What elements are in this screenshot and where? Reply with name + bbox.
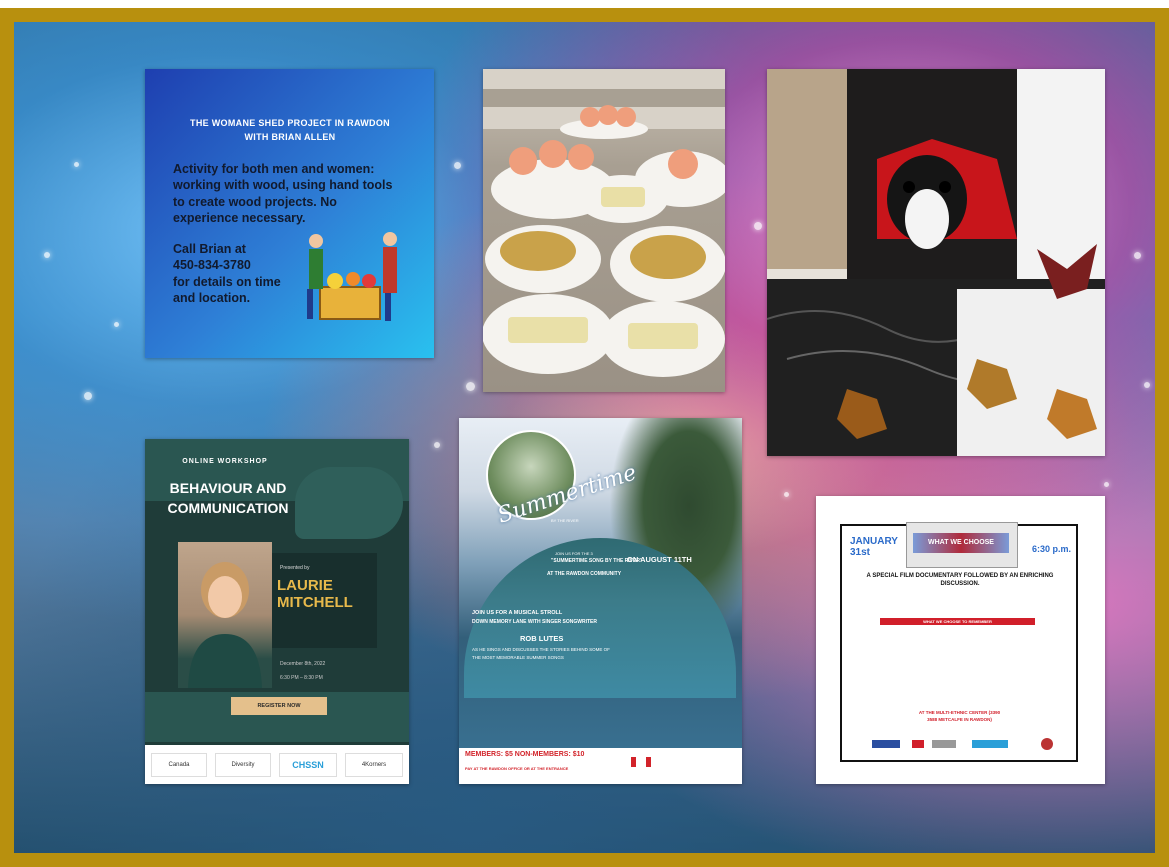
workshop-poster: ONLINE WORKSHOP BEHAVIOUR AND COMMUNICAT… bbox=[145, 439, 409, 784]
woodshed-title-line2: WITH BRIAN ALLEN bbox=[244, 131, 336, 142]
tea-tray-photo-image bbox=[483, 69, 725, 377]
woodshed-contact: Call Brian at 450-834-3780 for details o… bbox=[173, 241, 293, 306]
woodshed-description: Activity for both men and women: working… bbox=[173, 162, 393, 225]
summertime-date: ON AUGUST 11TH bbox=[627, 555, 692, 564]
film-date: JANUARY 31st bbox=[850, 536, 898, 558]
film-poster: JANUARY 31st 6:30 p.m. WHAT WE CHOOSE A … bbox=[816, 496, 1105, 784]
summertime-poster: Summertime BY THE RIVER JOIN US FOR THE … bbox=[459, 418, 742, 784]
dog-costume-photo-image bbox=[767, 69, 1105, 456]
workshop-eyebrow: ONLINE WORKSHOP bbox=[182, 458, 268, 465]
canada-flag-icon bbox=[631, 757, 651, 767]
presenter-portrait bbox=[188, 562, 262, 688]
canada-logo: Canada bbox=[151, 753, 207, 777]
film-time: 6:30 p.m. bbox=[1032, 544, 1072, 554]
presented-by-label: Presented by bbox=[280, 565, 310, 571]
register-now-button[interactable]: REGISTER NOW bbox=[231, 697, 327, 715]
summertime-community: AT THE RAWDON COMMUNITY bbox=[547, 571, 622, 577]
sparkle-decoration bbox=[434, 442, 440, 448]
presenter-last-name: MITCHELL bbox=[277, 594, 353, 612]
summertime-line-d: THE MOST MEMORABLE SUMMER SONGS bbox=[472, 655, 564, 660]
sparkle-decoration bbox=[114, 322, 119, 327]
woodshed-call-details: for details on time and location. bbox=[173, 274, 281, 305]
performer-name: ROB LUTES bbox=[520, 634, 564, 643]
workshop-title-line2: COMMUNICATION bbox=[167, 499, 289, 516]
workshop-title-line1: BEHAVIOUR AND bbox=[169, 480, 287, 496]
sparkle-decoration bbox=[754, 222, 762, 230]
workshop-speech-bubble bbox=[295, 467, 403, 539]
tea-tray-photo bbox=[483, 69, 725, 392]
summertime-line-a: JOIN US FOR A MUSICAL STROLL bbox=[472, 610, 563, 616]
sparkle-decoration bbox=[1144, 382, 1150, 388]
summertime-footer: MEMBERS: $5 NON-MEMBERS: $10 PAY AT THE … bbox=[459, 748, 742, 784]
sparkle-decoration bbox=[44, 252, 50, 258]
woodshed-phone: 450-834-3780 bbox=[173, 258, 251, 273]
woodshed-poster: THE WOMANE SHED PROJECT IN RAWDON WITH B… bbox=[145, 69, 434, 358]
dog-costume-photo bbox=[767, 69, 1105, 456]
woodworkers-illustration bbox=[307, 232, 397, 321]
film-venue: AT THE MULTI-ETHNIC CENTER (3390 3588 ME… bbox=[852, 710, 1067, 723]
workshop-title: BEHAVIOUR AND COMMUNICATION bbox=[163, 479, 293, 518]
woodshed-title: THE WOMANE SHED PROJECT IN RAWDON WITH B… bbox=[165, 117, 415, 144]
film-sponsor-logos bbox=[872, 738, 1053, 750]
presenter-first-name: LAURIE bbox=[277, 577, 333, 594]
woodshed-title-line1: THE WOMANE SHED PROJECT IN RAWDON bbox=[190, 118, 390, 128]
film-emblem: WHAT WE CHOOSE bbox=[906, 522, 1018, 568]
summertime-date-value: AUGUST 11TH bbox=[640, 555, 692, 564]
film-poster-border: JANUARY 31st 6:30 p.m. WHAT WE CHOOSE A … bbox=[840, 522, 1078, 762]
film-date-day: 31st bbox=[850, 547, 871, 558]
film-red-banner: WHAT WE CHOOSE TO REMEMBER bbox=[880, 618, 1035, 625]
film-date-month: JANUARY bbox=[850, 536, 898, 547]
sparkle-decoration bbox=[466, 382, 475, 391]
summertime-line-c: AS HE SINGS AND DISCUSSES THE STORIES BE… bbox=[472, 647, 610, 652]
workshop-sponsor-logos: Canada Diversity CHSSN 4Korners bbox=[145, 745, 409, 784]
presenter-name: LAURIE MITCHELL bbox=[277, 577, 353, 612]
sparkle-decoration bbox=[784, 492, 789, 497]
film-emblem-title: WHAT WE CHOOSE bbox=[913, 533, 1009, 553]
film-heading: A SPECIAL FILM DOCUMENTARY FOLLOWED BY A… bbox=[866, 573, 1054, 588]
chssn-logo: CHSSN bbox=[279, 753, 337, 777]
summertime-on: ON bbox=[627, 555, 639, 564]
pay-at-note: PAY AT THE RAWDON OFFICE OR AT THE ENTRA… bbox=[465, 766, 569, 771]
sparkle-decoration bbox=[74, 162, 79, 167]
film-venue-line2: 3588 METCALFE IN RAWDON) bbox=[927, 716, 992, 722]
sparkle-decoration bbox=[454, 162, 461, 169]
woodshed-call-label: Call Brian at bbox=[173, 242, 246, 256]
sparkle-decoration bbox=[84, 392, 92, 400]
sparkle-decoration bbox=[1134, 252, 1141, 259]
summertime-line-join: JOIN US FOR THE 3 bbox=[555, 551, 593, 556]
workshop-date: December 8th, 2022 bbox=[280, 661, 326, 667]
workshop-time: 6:30 PM – 8:30 PM bbox=[280, 675, 323, 681]
by-the-river-label: BY THE RIVER bbox=[551, 518, 579, 523]
presenter-namebox: Presented by LAURIE MITCHELL bbox=[272, 553, 377, 648]
summertime-line-b: DOWN MEMORY LANE WITH SINGER SONGWRITER bbox=[472, 619, 597, 625]
diversity-logo: Diversity bbox=[215, 753, 271, 777]
members-pricing: MEMBERS: $5 NON-MEMBERS: $10 bbox=[465, 751, 585, 758]
presenter-photo bbox=[178, 542, 272, 688]
korners-logo: 4Korners bbox=[345, 753, 403, 777]
sparkle-decoration bbox=[1104, 482, 1109, 487]
